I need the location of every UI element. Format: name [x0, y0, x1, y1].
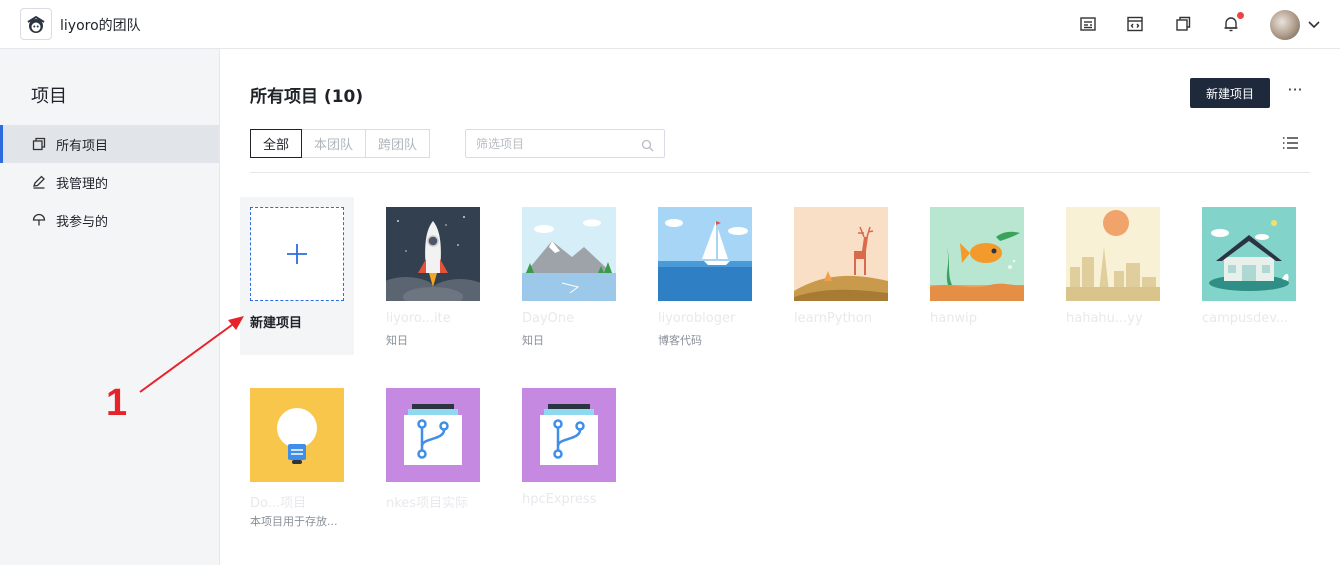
bell-icon[interactable] — [1221, 12, 1244, 34]
project-name[interactable]: DayOne — [522, 311, 622, 329]
sidebar-item-managed[interactable]: 我管理的 — [0, 163, 219, 201]
new-project-card[interactable]: 新建项目 — [240, 197, 354, 355]
search-box — [465, 129, 665, 158]
annotation-number: 1 — [106, 382, 128, 424]
project-card[interactable]: Do...项目 本项目用于存放... — [250, 388, 350, 529]
project-card[interactable]: hahahu...yy — [1066, 207, 1166, 332]
project-name[interactable]: campusdev... — [1202, 311, 1302, 329]
filter-tabs: 全部 本团队 跨团队 — [250, 129, 431, 158]
sidebar-item-label: 所有项目 — [56, 138, 109, 154]
divider — [250, 172, 1310, 173]
news-icon[interactable] — [1078, 14, 1098, 34]
deer-thumbnail — [794, 207, 888, 301]
tab-cross-team[interactable]: 跨团队 — [365, 129, 431, 158]
project-card[interactable]: nkes项目实际 — [386, 388, 486, 513]
sidebar: 项目 所有项目 我管理的 我参与的 — [0, 49, 220, 565]
sidebar-item-participated[interactable]: 我参与的 — [0, 201, 219, 239]
more-options-button[interactable]: ··· — [1285, 82, 1305, 103]
sidebar-item-all-projects[interactable]: 所有项目 — [0, 125, 219, 163]
notification-dot — [1237, 12, 1244, 19]
tab-all[interactable]: 全部 — [250, 129, 303, 158]
umbrella-icon — [31, 212, 47, 228]
pen-icon — [31, 174, 47, 190]
main-content: 所有项目 (10) 新建项目 ··· 全部 本团队 跨团队 新建项目 — [220, 49, 1340, 565]
team-name[interactable]: liyoro的团队 — [60, 15, 141, 35]
chevron-down-icon[interactable] — [1306, 16, 1322, 32]
list-view-icon[interactable] — [1282, 135, 1300, 151]
project-name[interactable]: hahahu...yy — [1066, 311, 1166, 329]
house-thumbnail — [1202, 207, 1296, 301]
page-title: 所有项目 (10) — [250, 87, 364, 107]
project-card[interactable]: liyoro...ite 知日 — [386, 207, 486, 348]
project-description: 知日 — [522, 334, 544, 347]
project-name[interactable]: hanwip — [930, 311, 1030, 329]
project-card[interactable]: liyorobloger 博客代码 — [658, 207, 758, 348]
git-branch-thumbnail — [386, 388, 480, 482]
project-card[interactable]: campusdev... — [1202, 207, 1302, 332]
sidebar-item-label: 我参与的 — [56, 214, 109, 230]
mountain-lake-thumbnail — [522, 207, 616, 301]
sidebar-title: 项目 — [31, 86, 67, 107]
new-project-label: 新建项目 — [250, 316, 303, 331]
project-card[interactable]: DayOne 知日 — [522, 207, 622, 348]
project-description: 博客代码 — [658, 334, 702, 347]
project-name[interactable]: liyorobloger — [658, 311, 758, 329]
code-window-icon[interactable] — [1125, 14, 1145, 34]
project-name[interactable]: nkes项目实际 — [386, 492, 486, 510]
new-project-button[interactable]: 新建项目 — [1190, 78, 1270, 108]
team-logo-icon[interactable] — [20, 8, 52, 40]
city-sun-thumbnail — [1066, 207, 1160, 301]
sidebar-item-label: 我管理的 — [56, 176, 109, 192]
project-description: 知日 — [386, 334, 408, 347]
copy-window-icon[interactable] — [1173, 14, 1193, 34]
new-project-tile[interactable] — [250, 207, 344, 301]
sailboat-thumbnail — [658, 207, 752, 301]
fish-thumbnail — [930, 207, 1024, 301]
user-avatar[interactable] — [1270, 10, 1300, 40]
search-input[interactable] — [466, 130, 636, 157]
project-name[interactable]: hpcExpress — [522, 492, 622, 510]
lightbulb-thumbnail — [250, 388, 344, 482]
rocket-thumbnail — [386, 207, 480, 301]
copy-icon — [31, 136, 47, 152]
search-icon — [641, 137, 654, 152]
project-name[interactable]: liyoro...ite — [386, 311, 486, 329]
project-card[interactable]: hanwip — [930, 207, 1030, 332]
top-bar: liyoro的团队 — [0, 0, 1340, 49]
project-card[interactable]: hpcExpress — [522, 388, 622, 513]
plus-icon — [287, 244, 307, 264]
project-description: 本项目用于存放... — [250, 515, 338, 528]
project-name[interactable]: learnPython — [794, 311, 894, 329]
project-card[interactable]: learnPython — [794, 207, 894, 332]
tab-this-team[interactable]: 本团队 — [301, 129, 367, 158]
project-name[interactable]: Do...项目 — [250, 492, 350, 510]
git-branch-thumbnail — [522, 388, 616, 482]
